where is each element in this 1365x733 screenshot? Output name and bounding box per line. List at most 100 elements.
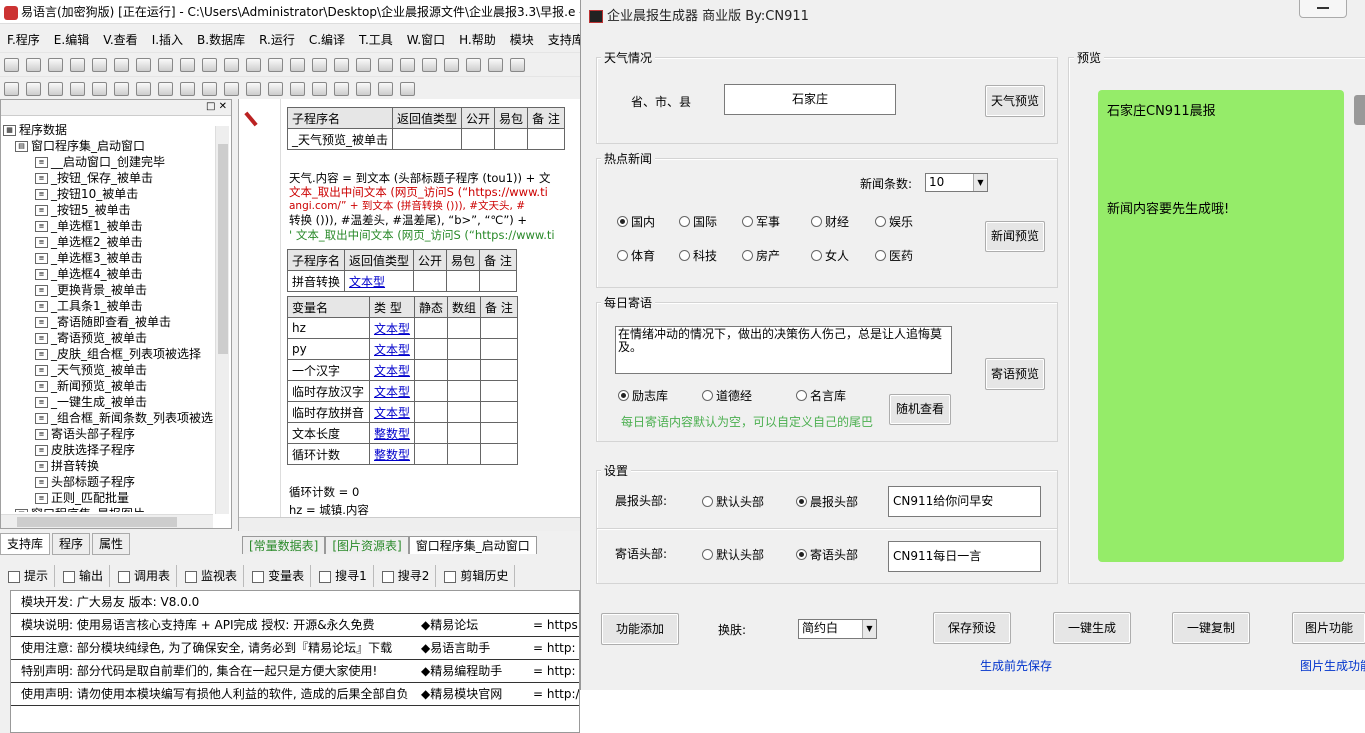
tree-horizontal-scrollbar[interactable] <box>1 514 213 528</box>
var-name[interactable]: 文本长度 <box>287 422 370 444</box>
radio-option[interactable]: 默认头部 <box>702 495 764 509</box>
copy-button[interactable]: 一键复制 <box>1172 612 1250 644</box>
toolbar-button-icon[interactable] <box>136 82 151 96</box>
toolbar-button-icon[interactable] <box>180 58 195 72</box>
var-name[interactable]: hz <box>287 317 370 339</box>
quote-header-input[interactable]: CN911每日一言 <box>888 541 1041 572</box>
tree-item[interactable]: ≡ 寄语头部子程序 <box>1 426 213 442</box>
sub-name[interactable]: 拼音转换 <box>286 270 346 292</box>
radio-option[interactable]: 默认头部 <box>702 548 764 562</box>
tree-tab[interactable]: 程序 <box>52 533 91 555</box>
var-type[interactable]: 文本型 <box>374 385 410 399</box>
var-name[interactable]: 临时存放汉字 <box>287 380 370 402</box>
bottom-tab[interactable]: 提示 <box>0 565 56 587</box>
toolbar-button-icon[interactable] <box>224 82 239 96</box>
tree-item[interactable]: ≡ _单选框4_被单击 <box>1 266 213 282</box>
var-name[interactable]: 循环计数 <box>287 443 370 465</box>
news-preview-button[interactable]: 新闻预览 <box>985 221 1045 252</box>
menu-item[interactable]: E.编辑 <box>47 29 96 51</box>
region-input[interactable]: 石家庄 <box>724 84 896 115</box>
toolbar-button-icon[interactable] <box>26 58 41 72</box>
code-line[interactable]: 天气.内容 = 到文本 (头部标题子程序 (tou1)) + 文 <box>289 171 550 186</box>
var-type[interactable]: 文本型 <box>374 364 410 378</box>
close-icon[interactable]: ✕ <box>219 101 227 112</box>
toolbar-button-icon[interactable] <box>444 58 459 72</box>
toolbar-button-icon[interactable] <box>268 58 283 72</box>
weather-preview-button[interactable]: 天气预览 <box>985 85 1045 117</box>
radio-option[interactable]: 财经 <box>811 215 849 229</box>
code-tab[interactable]: [常量数据表] <box>242 536 326 554</box>
tree-tab[interactable]: 支持库 <box>0 533 51 555</box>
toolbar-button-icon[interactable] <box>180 82 195 96</box>
toolbar-button-icon[interactable] <box>466 58 481 72</box>
tree-item[interactable]: ≡ _按钮5_被单击 <box>1 202 213 218</box>
bottom-tab[interactable]: 剪辑历史 <box>436 565 516 587</box>
toolbar-button-icon[interactable] <box>246 58 261 72</box>
bottom-tab[interactable]: 搜寻1 <box>311 565 374 587</box>
menu-item[interactable]: I.插入 <box>145 29 190 51</box>
tree-item[interactable]: ≡ _天气预览_被单击 <box>1 362 213 378</box>
tree-item[interactable]: ≡ _单选框1_被单击 <box>1 218 213 234</box>
tree-item[interactable]: ≡ _按钮_保存_被单击 <box>1 170 213 186</box>
radio-option[interactable]: 寄语头部 <box>796 548 858 562</box>
header-input[interactable]: CN911给你问早安 <box>888 486 1041 517</box>
menu-item[interactable]: H.帮助 <box>452 29 503 51</box>
var-type[interactable]: 整数型 <box>374 427 410 441</box>
tree-group[interactable]: ▤ 窗口程序集_启动窗口 <box>1 138 213 154</box>
tree-item[interactable]: ≡ _寄语随即查看_被单击 <box>1 314 213 330</box>
radio-option[interactable]: 励志库 <box>618 389 668 403</box>
menu-item[interactable]: F.程序 <box>0 29 47 51</box>
add-feature-button[interactable]: 功能添加 <box>601 613 679 645</box>
var-type[interactable]: 文本型 <box>374 406 410 420</box>
toolbar-button-icon[interactable] <box>136 58 151 72</box>
code-line[interactable]: 循环计数 = 0 <box>289 485 359 500</box>
radio-option[interactable]: 国内 <box>617 215 655 229</box>
toolbar-button-icon[interactable] <box>4 82 19 96</box>
var-name[interactable]: 临时存放拼音 <box>287 401 370 423</box>
toolbar-button-icon[interactable] <box>70 58 85 72</box>
toolbar-button-icon[interactable] <box>158 58 173 72</box>
radio-option[interactable]: 国际 <box>679 215 717 229</box>
output-link-url[interactable]: = http: <box>533 660 576 682</box>
tree-vertical-scrollbar[interactable] <box>215 126 229 514</box>
toolbar-button-icon[interactable] <box>488 58 503 72</box>
output-link-url[interactable]: = http://ec.125.la/ <box>533 683 579 705</box>
var-name[interactable]: py <box>287 338 370 360</box>
code-horizontal-scrollbar[interactable] <box>239 517 580 531</box>
toolbar-button-icon[interactable] <box>400 82 415 96</box>
tree-item[interactable]: ≡ 皮肤选择子程序 <box>1 442 213 458</box>
tree-root[interactable]: ▦ 程序数据 <box>1 122 213 138</box>
toolbar-button-icon[interactable] <box>48 82 63 96</box>
toolbar-button-icon[interactable] <box>158 82 173 96</box>
toolbar-button-icon[interactable] <box>202 82 217 96</box>
bottom-tab[interactable]: 输出 <box>55 565 111 587</box>
radio-option[interactable]: 军事 <box>742 215 780 229</box>
radio-option[interactable]: 晨报头部 <box>796 495 858 509</box>
tree-item[interactable]: ≡ _工具条1_被单击 <box>1 298 213 314</box>
image-feature-button[interactable]: 图片功能 <box>1292 612 1365 644</box>
radio-option[interactable]: 娱乐 <box>875 215 913 229</box>
code-line[interactable]: 转换 ())), #温差头, #温差尾), “b>”, “℃”) + <box>289 213 527 228</box>
bottom-tab[interactable]: 搜寻2 <box>374 565 437 587</box>
toolbar-button-icon[interactable] <box>334 58 349 72</box>
radio-option[interactable]: 医药 <box>875 249 913 263</box>
menu-item[interactable]: 模块 <box>503 29 541 51</box>
menu-item[interactable]: B.数据库 <box>190 29 252 51</box>
toolbar-button-icon[interactable] <box>378 58 393 72</box>
toolbar-button-icon[interactable] <box>356 82 371 96</box>
toolbar-button-icon[interactable] <box>334 82 349 96</box>
sub-name[interactable]: _天气预览_被单击 <box>286 128 394 150</box>
toolbar-button-icon[interactable] <box>356 58 371 72</box>
radio-option[interactable]: 女人 <box>811 249 849 263</box>
toolbar-button-icon[interactable] <box>510 58 525 72</box>
var-name[interactable]: 一个汉字 <box>287 359 370 381</box>
tree-item[interactable]: ≡ _单选框3_被单击 <box>1 250 213 266</box>
var-type[interactable]: 文本型 <box>374 343 410 357</box>
toolbar-button-icon[interactable] <box>290 58 305 72</box>
tree-item[interactable]: ≡ _皮肤_组合框_列表项被选择 <box>1 346 213 362</box>
toolbar-button-icon[interactable] <box>4 58 19 72</box>
toolbar-button-icon[interactable] <box>114 82 129 96</box>
tree-item[interactable]: ≡ __启动窗口_创建完毕 <box>1 154 213 170</box>
news-count-select[interactable]: 10 ▼ <box>925 173 988 192</box>
tree-item[interactable]: ≡ 正则_匹配批量 <box>1 490 213 506</box>
